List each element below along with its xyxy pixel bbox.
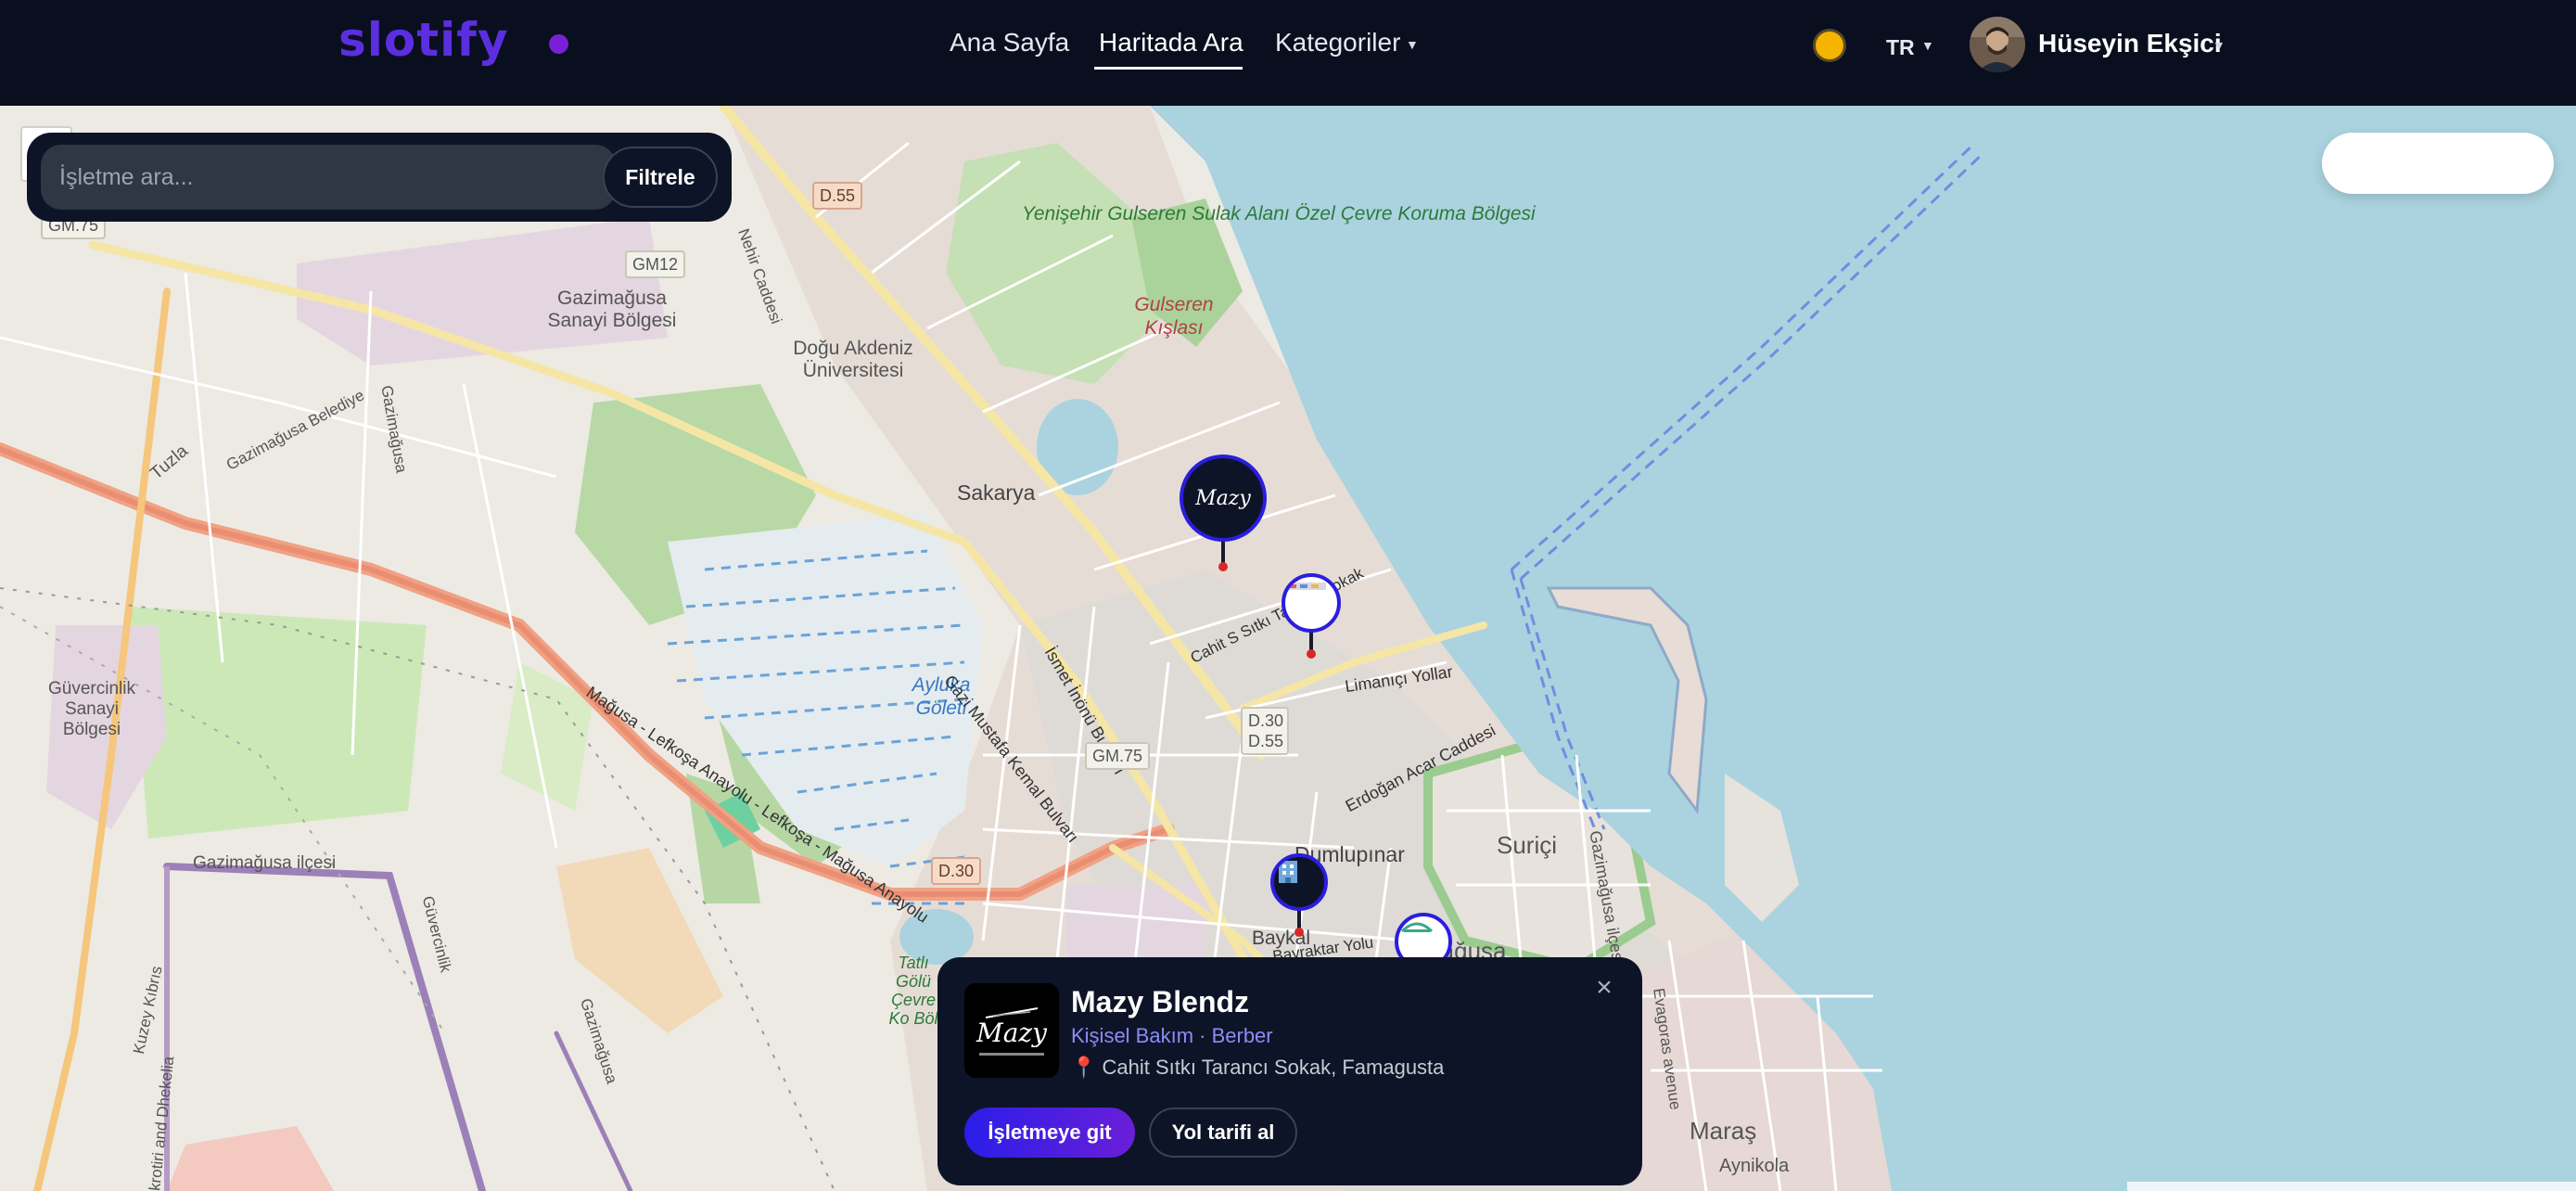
map-label-surici: Suriçi (1497, 831, 1558, 859)
map-label-dogu-akdeniz: Doğu Akdeniz Üniversitesi (793, 338, 913, 381)
map-marker-mazy-blendz[interactable]: Mazy (1180, 455, 1267, 584)
road-shield-d30: D.30 (931, 857, 982, 885)
business-logo: Mazy (964, 983, 1059, 1078)
user-name[interactable]: Hüseyin Ekşici (2038, 29, 2222, 58)
business-title: Mazy Blendz (1071, 985, 1250, 1018)
map-label-gazimagusa-ilcesi: Gazimağusa ilçesi (193, 853, 337, 873)
marker-logo-text: Mazy (1195, 486, 1251, 510)
go-to-business-button[interactable]: İşletmeye git (964, 1108, 1135, 1158)
business-popup-card: Mazy Mazy Blendz Kişisel Bakım · Berber … (937, 957, 1642, 1185)
active-tab-underline (1094, 67, 1243, 70)
business-logo-text: Mazy (976, 1017, 1047, 1048)
road-shield-gm12: GM12 (625, 250, 686, 278)
logo-dot-icon (549, 34, 568, 54)
language-chevron-down-icon: ▼ (1921, 38, 1934, 53)
map-marker-business-2[interactable] (1282, 573, 1341, 666)
nav-link-categories[interactable]: Kategoriler (1275, 28, 1400, 58)
business-address: 📍 Cahit Sıtkı Tarancı Sokak, Famagusta (1071, 1056, 1444, 1080)
categories-chevron-down-icon: ▼ (1406, 37, 1419, 52)
map-label-tatlisu: Tatlı Gölü Çevre Ko Böl (888, 954, 938, 1028)
map-attribution (2127, 1182, 2576, 1191)
business-search-input[interactable] (41, 145, 616, 210)
user-menu-chevron-down-icon[interactable]: ▼ (2213, 38, 2225, 53)
nav-link-home[interactable]: Ana Sayfa (950, 28, 1069, 58)
location-pin-icon: 📍 (1071, 1056, 1097, 1079)
map-label-gulseren: Gulseren Kışlası (1134, 294, 1214, 339)
road-shield-d30-d55: D.30 D.55 (1241, 707, 1289, 755)
map-label-yenisehir: Yenişehir Gulseren Sulak Alanı Özel Çevr… (1022, 203, 1536, 224)
search-panel: Filtrele (27, 133, 732, 222)
map-label-maras: Maraş (1690, 1117, 1757, 1145)
map-label-sakarya: Sakarya (957, 480, 1036, 505)
slotify-logo[interactable]: slotify (338, 13, 509, 67)
business-address-text: Cahit Sıtkı Tarancı Sokak, Famagusta (1102, 1056, 1445, 1079)
business-category: Kişisel Bakım · Berber (1071, 1024, 1273, 1047)
map-label-sanayi: Gazimağusa Sanayi Bölgesi (547, 288, 677, 331)
language-selector[interactable]: TR (1886, 35, 1915, 60)
top-navbar: slotify Ana Sayfa Haritada Ara Kategoril… (0, 0, 2576, 106)
road-shield-d55: D.55 (812, 182, 863, 210)
building-icon (1279, 861, 1297, 883)
user-avatar[interactable] (1970, 17, 2025, 72)
road-shield-gm75-b: GM.75 (1085, 742, 1151, 770)
theme-toggle-sun-icon[interactable] (1816, 32, 1843, 59)
filter-button[interactable]: Filtrele (603, 147, 718, 208)
popup-close-icon[interactable]: × (1590, 974, 1618, 1002)
map-marker-business-3[interactable] (1270, 853, 1328, 946)
search-this-area-button[interactable]: Bu bölgede ara (2322, 133, 2554, 194)
nav-link-map-search[interactable]: Haritada Ara (1099, 28, 1243, 58)
get-directions-button[interactable]: Yol tarifi al (1149, 1108, 1297, 1158)
map-label-guvercinlik: Güvercinlik Sanayi Bölgesi (48, 679, 135, 739)
map-label-aynikola: Aynikola (1719, 1156, 1790, 1176)
